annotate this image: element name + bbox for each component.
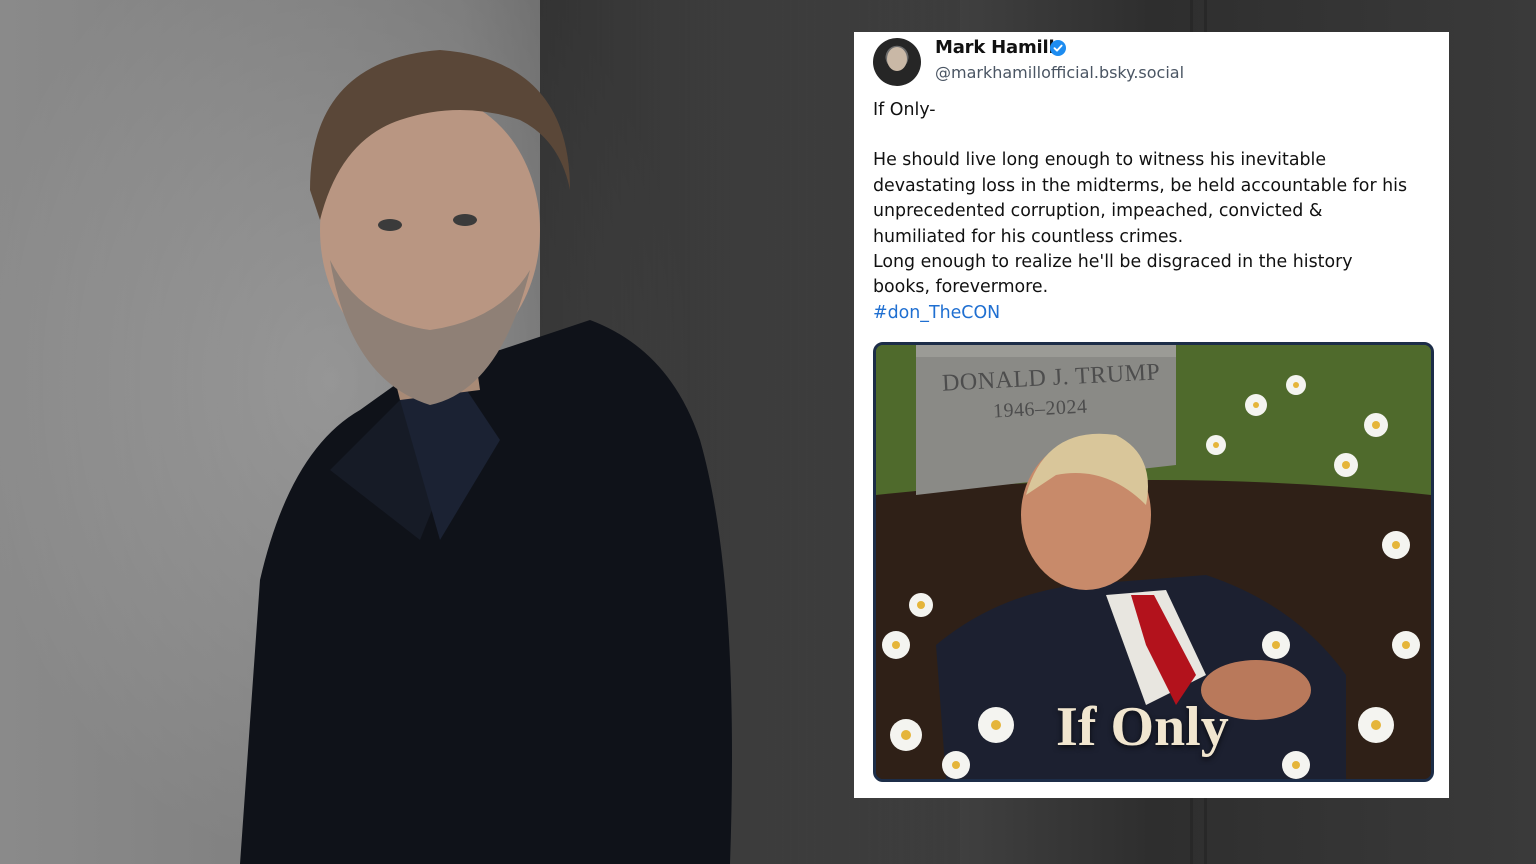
post-line: unprecedented corruption, impeached, con… (873, 201, 1323, 222)
post-line: He should live long enough to witness hi… (873, 150, 1327, 171)
verified-badge-icon (1050, 40, 1066, 56)
portrait-figure (240, 50, 732, 864)
avatar-face (887, 47, 907, 71)
post-text: If Only- He should live long enough to w… (873, 98, 1438, 326)
post-line: devastating loss in the midterms, be hel… (873, 175, 1408, 196)
author-name[interactable]: Mark Hamill (935, 37, 1055, 58)
post-line: If Only- (873, 100, 936, 120)
image-caption: If Only (1056, 696, 1229, 758)
post-line: Long enough to realize he'll be disgrace… (873, 252, 1353, 273)
post-line: humiliated for his countless crimes. (873, 226, 1184, 247)
author-avatar[interactable] (873, 38, 921, 86)
hashtag-link[interactable]: #don_TheCON (873, 301, 1438, 326)
post-line: books, forevermore. (873, 277, 1049, 298)
post-image[interactable]: DONALD J. TRUMP 1946–2024 If Only (873, 342, 1434, 782)
author-handle[interactable]: @markhamillofficial.bsky.social (935, 63, 1184, 82)
social-post-card: Mark Hamill @markhamillofficial.bsky.soc… (854, 32, 1449, 798)
